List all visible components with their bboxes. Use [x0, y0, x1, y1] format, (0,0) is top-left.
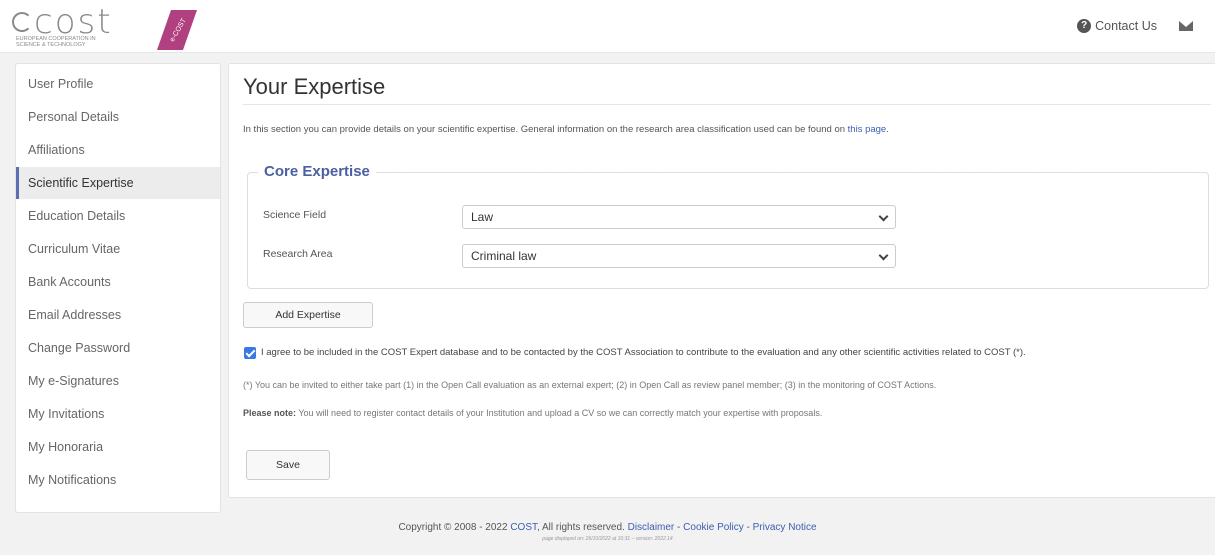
- chevron-down-icon: [878, 211, 889, 222]
- footer: Copyright © 2008 - 2022 COST, All rights…: [0, 522, 1215, 542]
- sidebar-item-bank-accounts[interactable]: Bank Accounts: [16, 266, 220, 298]
- ecost-badge-icon: e-COST: [157, 10, 197, 50]
- copyright-text: Copyright © 2008 - 2022: [398, 522, 508, 533]
- this-page-link[interactable]: this page: [848, 124, 887, 135]
- please-note-text: Please note: You will need to register c…: [243, 408, 822, 418]
- sidebar-item-personal-details[interactable]: Personal Details: [16, 101, 220, 133]
- core-expertise-legend: Core Expertise: [258, 163, 376, 180]
- main-panel: Your Expertise In this section you can p…: [228, 63, 1215, 498]
- sidebar-item-scientific-expertise[interactable]: Scientific Expertise: [16, 167, 220, 199]
- sidebar-item-email-addresses[interactable]: Email Addresses: [16, 299, 220, 331]
- question-circle-icon: ?: [1077, 19, 1092, 33]
- intro-body: In this section you can provide details …: [243, 124, 846, 135]
- sidebar-item-change-password[interactable]: Change Password: [16, 332, 220, 364]
- mail-icon[interactable]: [1179, 21, 1193, 31]
- contact-us-link[interactable]: ? Contact Us: [1077, 19, 1157, 33]
- top-bar: cost European Cooperation in Science & T…: [0, 0, 1215, 53]
- logo-ring-icon: [12, 12, 32, 32]
- agree-checkbox[interactable]: [244, 347, 256, 359]
- sidebar-item-my-notifications[interactable]: My Notifications: [16, 464, 220, 496]
- logo-tagline: European Cooperation in Science & Techno…: [16, 36, 96, 48]
- sidebar-item-my-invitations[interactable]: My Invitations: [16, 398, 220, 430]
- privacy-notice-link[interactable]: Privacy Notice: [753, 522, 817, 533]
- intro-text: In this section you can provide details …: [243, 124, 889, 135]
- sidebar-item-my-e-signatures[interactable]: My e-Signatures: [16, 365, 220, 397]
- please-note-label: Please note:: [243, 408, 297, 418]
- science-field-value: Law: [471, 210, 494, 224]
- title-divider: [243, 104, 1211, 105]
- add-expertise-button[interactable]: Add Expertise: [243, 302, 373, 328]
- disclaimer-link[interactable]: Disclaimer: [628, 522, 675, 533]
- research-area-label: Research Area: [263, 248, 333, 260]
- chevron-down-icon: [878, 250, 889, 261]
- sidebar-item-education-details[interactable]: Education Details: [16, 200, 220, 232]
- sidebar-item-affiliations[interactable]: Affiliations: [16, 134, 220, 166]
- page-title: Your Expertise: [243, 74, 386, 99]
- legend-rule: [388, 172, 1203, 173]
- science-field-label: Science Field: [263, 209, 327, 221]
- research-area-select[interactable]: Criminal law: [462, 244, 896, 268]
- cost-link[interactable]: COST: [510, 522, 537, 533]
- science-field-select[interactable]: Law: [462, 205, 896, 229]
- page-info: page displayed on: 26/10/2022 at 10:31 –…: [542, 536, 673, 542]
- research-area-value: Criminal law: [471, 249, 537, 263]
- cookie-policy-link[interactable]: Cookie Policy: [683, 522, 744, 533]
- separator: -: [743, 522, 753, 533]
- footnote-text: (*) You can be invited to either take pa…: [243, 380, 937, 390]
- contact-us-label: Contact Us: [1095, 19, 1157, 33]
- separator: -: [674, 522, 684, 533]
- rights-text: , All rights reserved.: [537, 522, 625, 533]
- sidebar-item-curriculum-vitae[interactable]: Curriculum Vitae: [16, 233, 220, 265]
- core-expertise-fieldset: Core Expertise Science Field Law Researc…: [247, 163, 1209, 289]
- agree-label: I agree to be included in the COST Exper…: [261, 347, 1026, 358]
- sidebar-item-my-honoraria[interactable]: My Honoraria: [16, 431, 220, 463]
- sidebar-item-user-profile[interactable]: User Profile: [16, 68, 220, 100]
- sidebar: User Profile Personal Details Affiliations…: [15, 63, 221, 513]
- intro-period: .: [886, 124, 889, 135]
- save-button[interactable]: Save: [246, 450, 330, 480]
- please-note-body: You will need to register contact detail…: [298, 408, 823, 418]
- cost-logo[interactable]: cost European Cooperation in Science & T…: [12, 2, 162, 48]
